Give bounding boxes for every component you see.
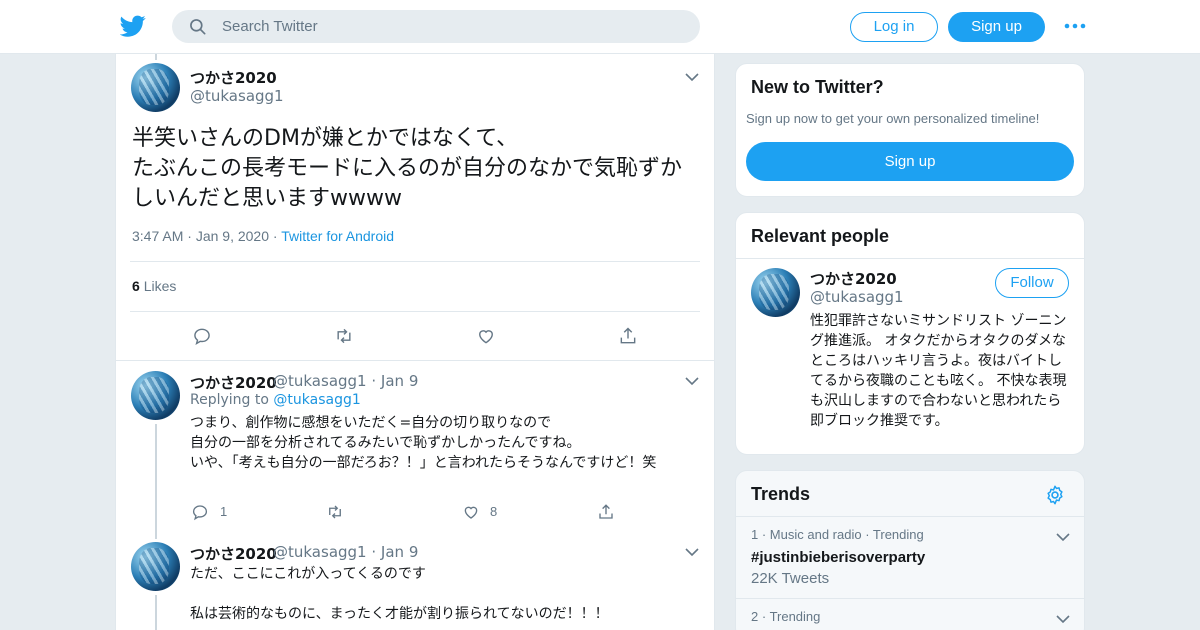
divider xyxy=(130,261,700,262)
divider xyxy=(116,360,714,361)
share-icon[interactable] xyxy=(597,503,615,521)
relevant-name[interactable]: つかさ2020 xyxy=(810,268,897,289)
trends-card: Trends 1 · Music and radio · Trending #j… xyxy=(735,470,1085,630)
tweet-date: Jan 9, 2020 xyxy=(195,228,269,244)
avatar[interactable] xyxy=(751,268,800,317)
author-handle[interactable]: @tukasagg1 xyxy=(190,87,284,105)
author-handle: @tukasagg1 · Jan 9 xyxy=(273,543,419,561)
author-name[interactable]: つかさ2020 xyxy=(190,543,277,564)
search-icon xyxy=(190,19,206,35)
search-input[interactable]: Search Twitter xyxy=(222,18,318,35)
reply-icon[interactable] xyxy=(192,326,212,346)
reply-count: 1 xyxy=(220,504,228,519)
relevant-people-card: Relevant people つかさ2020 @tukasagg1 Follo… xyxy=(735,212,1085,455)
top-bar: Search Twitter Log in Sign up xyxy=(0,0,1200,54)
relevant-bio: 性犯罪許さないミサンドリスト ゾーニング推進派。 オタクだからオタクのダメなとこ… xyxy=(810,313,1067,429)
card-subtitle: Sign up now to get your own personalized… xyxy=(746,111,1040,126)
replying-to: Replying to @tukasagg1 xyxy=(190,392,361,408)
replying-to-label: Replying to xyxy=(190,392,269,408)
sidebar-signup-button[interactable]: Sign up xyxy=(746,142,1074,181)
tweet-text: ただ、ここにこれが入ってくるのです 私は芸術的なものに、まったく才能が割り振られ… xyxy=(190,566,609,622)
replying-to-handle[interactable]: @tukasagg1 xyxy=(273,392,360,408)
trend-name[interactable]: #justinbieberisoverparty xyxy=(751,549,925,566)
author-handle-text[interactable]: @tukasagg1 xyxy=(273,543,367,561)
like-icon[interactable] xyxy=(476,326,496,346)
likes-label: Likes xyxy=(143,278,177,294)
reply-icon[interactable] xyxy=(191,503,209,521)
tweet-text: つまり、創作物に感想をいただく=自分の切り取りなので 自分の一部を分析されてるみ… xyxy=(190,415,657,471)
tweet-date[interactable]: Jan 9 xyxy=(381,372,418,390)
chevron-down-icon[interactable] xyxy=(1056,614,1070,624)
thread-line xyxy=(155,54,157,60)
gear-icon[interactable] xyxy=(1044,484,1066,506)
trend-item[interactable]: 1 · Music and radio · Trending #justinbi… xyxy=(736,516,1084,598)
chevron-down-icon[interactable] xyxy=(685,72,699,82)
tweet-source-link[interactable]: Twitter for Android xyxy=(281,228,394,244)
retweet-icon[interactable] xyxy=(326,503,344,521)
card-title: Relevant people xyxy=(751,226,890,246)
twitter-logo-icon[interactable] xyxy=(120,13,146,39)
thread-line xyxy=(155,595,157,630)
card-title: Trends xyxy=(751,484,811,504)
chevron-down-icon[interactable] xyxy=(685,547,699,557)
more-icon[interactable] xyxy=(1064,17,1086,35)
likes-stat[interactable]: 6 Likes xyxy=(132,278,176,294)
like-count: 8 xyxy=(490,504,498,519)
author-name[interactable]: つかさ2020 xyxy=(190,67,277,88)
like-icon[interactable] xyxy=(462,503,480,521)
likes-count: 6 xyxy=(132,278,140,294)
trend-meta: 1 · Music and radio · Trending xyxy=(751,527,924,542)
avatar[interactable] xyxy=(131,542,180,591)
follow-button[interactable]: Follow xyxy=(995,268,1069,298)
trend-meta: 2 · Trending xyxy=(751,609,821,624)
thread-line xyxy=(155,424,157,539)
trend-rank: 1 xyxy=(751,527,759,542)
relevant-handle[interactable]: @tukasagg1 xyxy=(810,288,904,306)
trend-rank: 2 xyxy=(751,609,759,624)
trend-item[interactable]: 2 · Trending xyxy=(736,598,1084,630)
trend-status: Trending xyxy=(769,609,821,624)
signup-button[interactable]: Sign up xyxy=(948,12,1045,42)
author-handle: @tukasagg1 · Jan 9 xyxy=(273,372,419,390)
card-title: New to Twitter? xyxy=(751,77,884,97)
main-timeline: つかさ2020 @tukasagg1 半笑いさんのDMが嫌とかではなくて、 たぶ… xyxy=(115,54,715,630)
tweet-text: 半笑いさんのDMが嫌とかではなくて、 たぶんこの長考モードに入るのが自分のなかで… xyxy=(132,126,683,211)
share-icon[interactable] xyxy=(618,326,638,346)
new-to-twitter-card: New to Twitter? Sign up now to get your … xyxy=(735,63,1085,197)
divider xyxy=(736,258,1084,259)
divider xyxy=(130,311,700,312)
chevron-down-icon[interactable] xyxy=(685,376,699,386)
tweet-meta: 3:47 AM · Jan 9, 2020 · Twitter for Andr… xyxy=(132,228,395,244)
author-handle-text[interactable]: @tukasagg1 xyxy=(273,372,367,390)
search-box[interactable]: Search Twitter xyxy=(172,10,700,43)
avatar[interactable] xyxy=(131,63,180,112)
author-name[interactable]: つかさ2020 xyxy=(190,372,277,393)
trend-count: 22K Tweets xyxy=(751,570,830,587)
tweet-date[interactable]: Jan 9 xyxy=(381,543,418,561)
trend-category: Music and radio xyxy=(769,527,862,542)
chevron-down-icon[interactable] xyxy=(1056,532,1070,542)
trend-status: Trending xyxy=(872,527,924,542)
avatar[interactable] xyxy=(131,371,180,420)
login-button[interactable]: Log in xyxy=(850,12,938,42)
tweet-time: 3:47 AM xyxy=(132,228,184,244)
retweet-icon[interactable] xyxy=(334,326,354,346)
